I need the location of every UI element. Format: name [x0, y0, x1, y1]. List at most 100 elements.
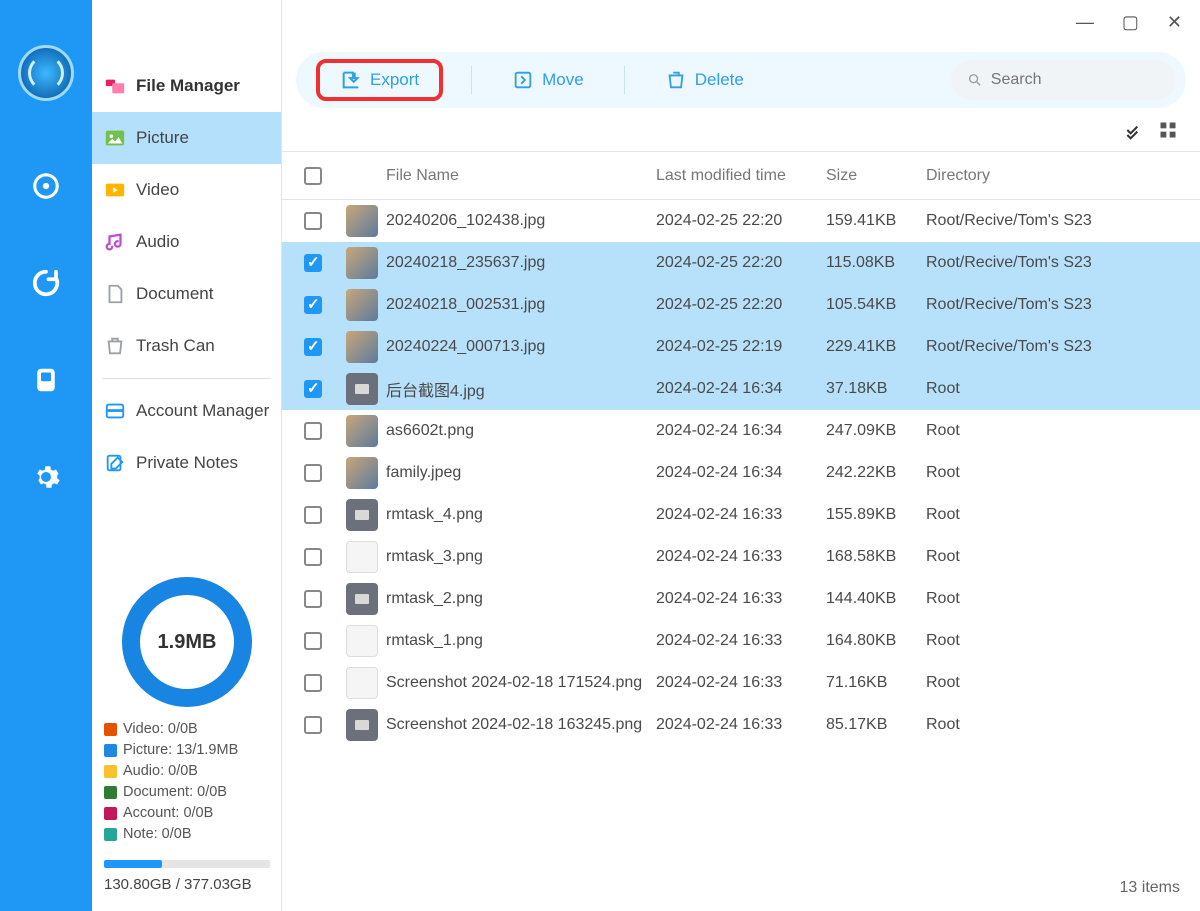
document-icon — [104, 283, 126, 305]
row-checkbox[interactable] — [304, 632, 322, 650]
row-checkbox[interactable] — [304, 338, 322, 356]
row-checkbox[interactable] — [304, 296, 322, 314]
move-icon — [512, 69, 534, 91]
cell-filename: rmtask_2.png — [386, 590, 656, 608]
cell-size: 115.08KB — [826, 254, 926, 272]
legend-label: Document: 0/0B — [123, 784, 227, 800]
sidebar-item-trash[interactable]: Trash Can — [92, 320, 281, 372]
row-checkbox[interactable] — [304, 506, 322, 524]
video-icon — [104, 179, 126, 201]
rail-sync-icon[interactable] — [0, 268, 92, 305]
cell-directory: Root — [926, 506, 1194, 524]
legend-swatch — [104, 744, 117, 757]
table-row[interactable]: 20240218_002531.jpg 2024-02-25 22:20 105… — [282, 284, 1200, 326]
table-row[interactable]: 20240206_102438.jpg 2024-02-25 22:20 159… — [282, 200, 1200, 242]
cell-size: 155.89KB — [826, 506, 926, 524]
sidebar-item-audio[interactable]: Audio — [92, 216, 281, 268]
row-checkbox[interactable] — [304, 380, 322, 398]
file-thumbnail — [346, 499, 378, 531]
delete-button[interactable]: Delete — [653, 63, 756, 97]
cell-size: 85.17KB — [826, 716, 926, 734]
row-checkbox[interactable] — [304, 212, 322, 230]
legend-swatch — [104, 807, 117, 820]
table-row[interactable]: 20240218_235637.jpg 2024-02-25 22:20 115… — [282, 242, 1200, 284]
sidebar-item-label: Document — [136, 284, 213, 304]
cell-filename: rmtask_4.png — [386, 506, 656, 524]
col-time[interactable]: Last modified time — [656, 167, 826, 185]
cell-filename: family.jpeg — [386, 464, 656, 482]
table-row[interactable]: 20240224_000713.jpg 2024-02-25 22:19 229… — [282, 326, 1200, 368]
sidebar-item-account[interactable]: Account Manager — [92, 385, 281, 437]
row-checkbox[interactable] — [304, 590, 322, 608]
rail-disc-icon[interactable] — [0, 171, 92, 208]
view-grid-toggle[interactable] — [1158, 120, 1178, 145]
cell-directory: Root — [926, 716, 1194, 734]
table-row[interactable]: rmtask_4.png 2024-02-24 16:33 155.89KB R… — [282, 494, 1200, 536]
cell-time: 2024-02-24 16:33 — [656, 548, 826, 566]
col-size[interactable]: Size — [826, 167, 926, 185]
sidebar-divider — [102, 378, 271, 379]
select-all-toggle[interactable] — [1124, 120, 1144, 145]
row-checkbox[interactable] — [304, 254, 322, 272]
table-row[interactable]: Screenshot 2024-02-18 163245.png 2024-02… — [282, 704, 1200, 746]
window-maximize[interactable]: ▢ — [1122, 12, 1139, 33]
cell-directory: Root — [926, 464, 1194, 482]
cell-filename: Screenshot 2024-02-18 163245.png — [386, 716, 656, 734]
grid-header: File Name Last modified time Size Direct… — [282, 152, 1200, 200]
cell-size: 105.54KB — [826, 296, 926, 314]
storage-legend-item: Note: 0/0B — [104, 826, 270, 842]
cell-directory: Root — [926, 632, 1194, 650]
sidebar-item-picture[interactable]: Picture — [92, 112, 281, 164]
cell-size: 144.40KB — [826, 590, 926, 608]
cell-filename: 20240206_102438.jpg — [386, 212, 656, 230]
row-checkbox[interactable] — [304, 422, 322, 440]
select-all-checkbox[interactable] — [304, 167, 322, 185]
table-row[interactable]: Screenshot 2024-02-18 171524.png 2024-02… — [282, 662, 1200, 704]
window-minimize[interactable]: — — [1076, 12, 1094, 33]
cell-size: 37.18KB — [826, 380, 926, 398]
row-checkbox[interactable] — [304, 548, 322, 566]
table-row[interactable]: family.jpeg 2024-02-24 16:34 242.22KB Ro… — [282, 452, 1200, 494]
legend-label: Account: 0/0B — [123, 805, 213, 821]
cell-time: 2024-02-24 16:34 — [656, 422, 826, 440]
table-row[interactable]: rmtask_2.png 2024-02-24 16:33 144.40KB R… — [282, 578, 1200, 620]
delete-icon — [665, 69, 687, 91]
sidebar-item-document[interactable]: Document — [92, 268, 281, 320]
move-button[interactable]: Move — [500, 63, 596, 97]
picture-icon — [104, 127, 126, 149]
legend-swatch — [104, 786, 117, 799]
cell-size: 71.16KB — [826, 674, 926, 692]
cell-size: 168.58KB — [826, 548, 926, 566]
sidebar-title-label: File Manager — [136, 76, 240, 96]
delete-label: Delete — [695, 70, 744, 90]
storage-summary: 130.80GB / 377.03GB — [104, 876, 270, 893]
sidebar-item-notes[interactable]: Private Notes — [92, 437, 281, 489]
col-directory[interactable]: Directory — [926, 167, 1194, 185]
sidebar-item-label: Video — [136, 180, 179, 200]
row-checkbox[interactable] — [304, 674, 322, 692]
table-row[interactable]: 后台截图4.jpg 2024-02-24 16:34 37.18KB Root — [282, 368, 1200, 410]
table-row[interactable]: rmtask_1.png 2024-02-24 16:33 164.80KB R… — [282, 620, 1200, 662]
file-thumbnail — [346, 541, 378, 573]
table-row[interactable]: as6602t.png 2024-02-24 16:34 247.09KB Ro… — [282, 410, 1200, 452]
cell-time: 2024-02-24 16:33 — [656, 506, 826, 524]
cell-directory: Root/Recive/Tom's S23 — [926, 338, 1194, 356]
rail-settings-icon[interactable] — [0, 462, 92, 499]
cell-filename: 20240224_000713.jpg — [386, 338, 656, 356]
search-input[interactable] — [991, 71, 1160, 89]
row-checkbox[interactable] — [304, 464, 322, 482]
storage-donut-value: 1.9MB — [158, 631, 217, 654]
cell-filename: 后台截图4.jpg — [386, 377, 656, 401]
storage-bar — [104, 860, 270, 868]
cell-size: 229.41KB — [826, 338, 926, 356]
table-row[interactable]: rmtask_3.png 2024-02-24 16:33 168.58KB R… — [282, 536, 1200, 578]
window-close[interactable]: ✕ — [1167, 12, 1182, 33]
col-filename[interactable]: File Name — [386, 167, 656, 185]
search-box[interactable] — [951, 60, 1176, 100]
row-checkbox[interactable] — [304, 716, 322, 734]
rail-device-icon[interactable] — [0, 365, 92, 402]
sidebar-title[interactable]: File Manager — [92, 60, 281, 112]
sidebar-item-video[interactable]: Video — [92, 164, 281, 216]
file-grid: File Name Last modified time Size Direct… — [282, 151, 1200, 911]
export-button[interactable]: Export — [316, 59, 443, 101]
